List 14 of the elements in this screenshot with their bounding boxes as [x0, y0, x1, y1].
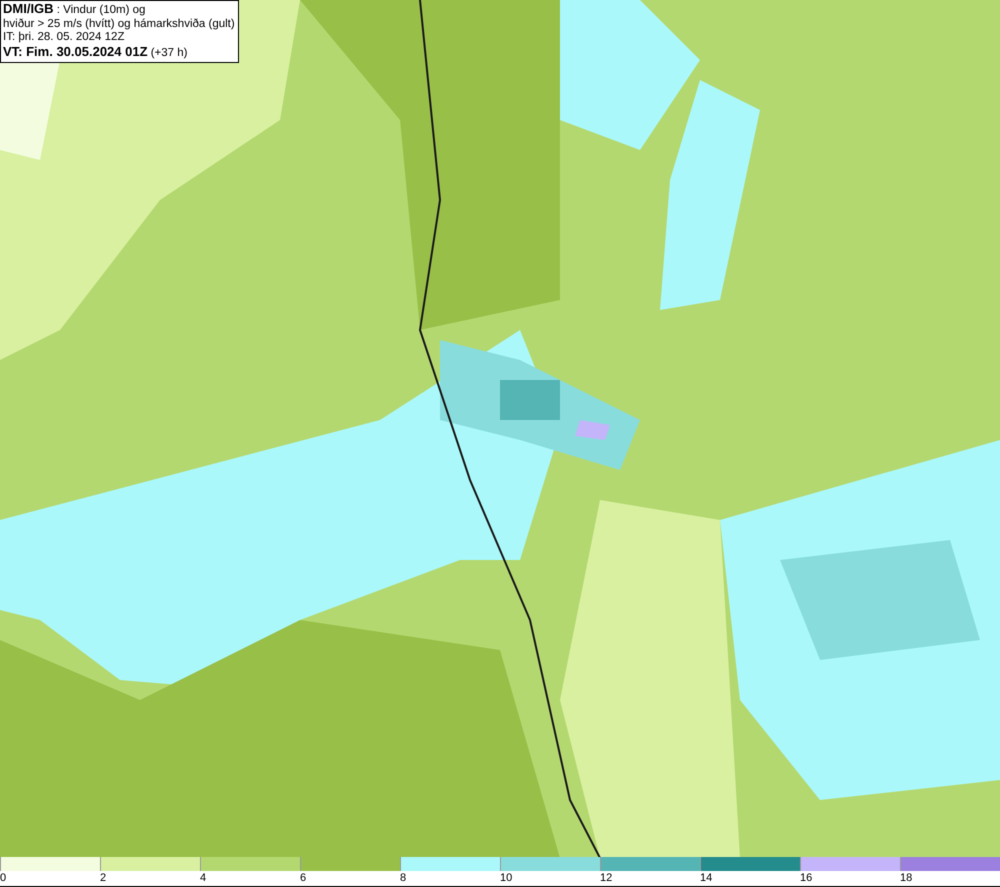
legend-label: 10	[500, 871, 512, 886]
legend-label: 4	[200, 871, 206, 886]
title-line: IT: þri. 28. 05. 2024 12Z	[3, 31, 126, 44]
legend-label: 18	[900, 871, 912, 886]
legend-label: 16	[800, 871, 812, 886]
legend-label: 14	[700, 871, 712, 886]
legend-label: 0	[0, 871, 6, 886]
legend-label: 6	[300, 871, 306, 886]
legend-label: 2	[100, 871, 106, 886]
legend-label: 12	[600, 871, 612, 886]
title-line: DMI/IGB : Vindur (10m) og	[3, 2, 146, 18]
title-line: VT: Fim. 30.05.2024 01Z (+37 h)	[3, 44, 188, 60]
legend-label: 8	[400, 871, 406, 886]
title-line: hviður > 25 m/s (hvítt) og hámarkshviða (gult)	[3, 18, 235, 31]
